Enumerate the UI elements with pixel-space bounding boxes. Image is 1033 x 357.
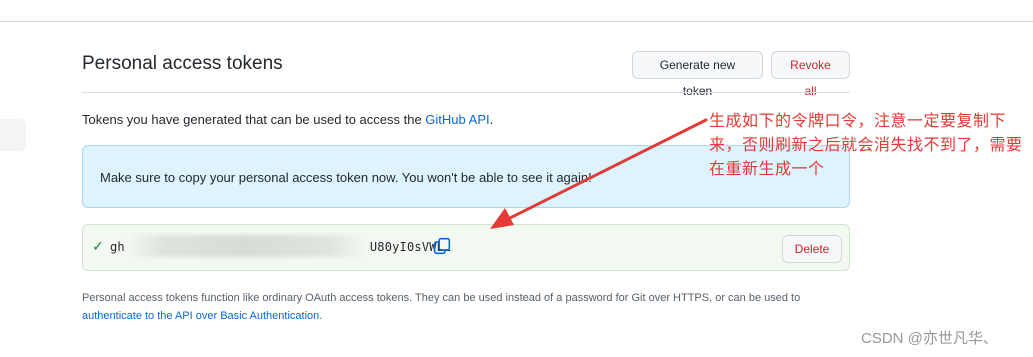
- page-title: Personal access tokens: [82, 53, 283, 74]
- tokens-footnote: Personal access tokens function like ord…: [82, 289, 852, 325]
- section-divider: [82, 92, 850, 93]
- check-icon: ✓: [92, 238, 104, 254]
- annotation-text: 生成如下的令牌口令，注意一定要复制下来，否则刷新之后就会消失找不到了，需要在重新…: [709, 113, 1023, 178]
- tokens-description: Tokens you have generated that can be us…: [82, 112, 493, 127]
- description-suffix: .: [489, 112, 494, 127]
- delete-token-button[interactable]: Delete: [782, 235, 842, 263]
- footnote-suffix: .: [319, 310, 323, 322]
- sidebar-item-partial[interactable]: [0, 119, 26, 151]
- header-divider: [0, 21, 1033, 22]
- copy-icon[interactable]: [433, 237, 451, 255]
- token-prefix: gh: [110, 240, 125, 254]
- new-token-row: ✓ gh U80yI0sVWEI Delete: [82, 224, 850, 271]
- github-api-link[interactable]: GitHub API: [425, 112, 489, 127]
- flash-message: Make sure to copy your personal access t…: [100, 170, 592, 185]
- revoke-all-button[interactable]: Revoke all: [771, 51, 850, 98]
- description-text: Tokens you have generated that can be us…: [82, 112, 426, 127]
- generate-new-token-button[interactable]: Generate new token: [632, 51, 763, 98]
- footnote-text: Personal access tokens function like ord…: [82, 292, 801, 304]
- watermark: CSDN @亦世凡华、: [861, 330, 998, 347]
- token-redaction: [127, 235, 367, 257]
- basic-auth-link[interactable]: authenticate to the API over Basic Authe…: [82, 310, 319, 322]
